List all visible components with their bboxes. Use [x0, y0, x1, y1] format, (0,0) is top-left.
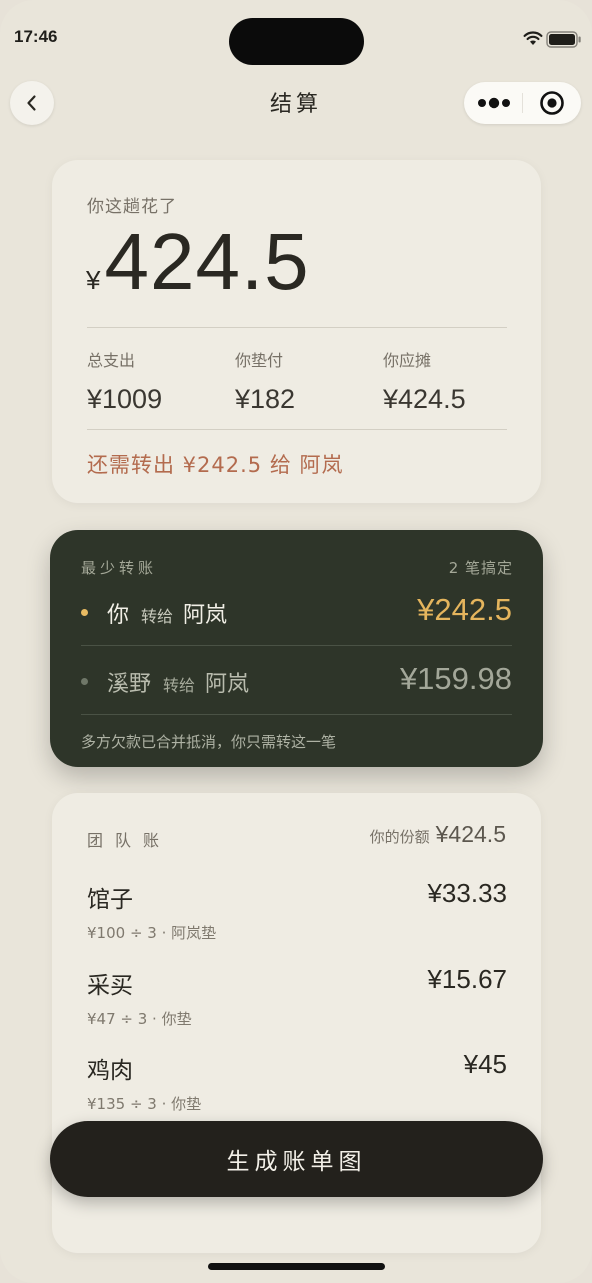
stat-label: 你垫付: [235, 351, 284, 370]
wifi-icon: [523, 31, 543, 45]
transfer-parties: 溪野 转给 阿岚: [107, 666, 249, 698]
home-indicator: [208, 1263, 385, 1270]
stat-value: ¥182: [235, 384, 296, 414]
status-dot: [81, 678, 88, 685]
stat-value: ¥424.5: [383, 384, 466, 414]
stat-label: 你应摊: [383, 351, 432, 370]
currency-symbol: ¥: [86, 265, 101, 295]
ledger-item[interactable]: 鸡肉 ¥135 ÷ 3 · 你垫 ¥45: [87, 1049, 507, 1114]
team-title: 团队账: [87, 831, 172, 850]
screen: 17:46 结算 你这趟花了 ¥ 424.5 总支出 ¥1009 你垫付 ¥18…: [0, 0, 592, 1283]
transfers-count: 2 笔搞定: [448, 559, 513, 577]
min-transfers-card: 最少转账 2 笔搞定 你 转给 阿岚 ¥242.5 溪野 转给 阿岚 ¥159.…: [50, 530, 543, 767]
transfer-to-word: 转给: [163, 676, 196, 695]
stat-label: 总支出: [87, 351, 136, 370]
transfer-to: 阿岚: [183, 603, 228, 628]
amount-value: 424.5: [104, 217, 310, 306]
stat-total-expense: 总支出 ¥1009: [87, 347, 162, 415]
divider: [81, 714, 512, 715]
item-price: ¥45: [463, 1049, 507, 1079]
transfer-amount: ¥242.5: [417, 592, 512, 627]
status-dot: [81, 609, 88, 616]
transfer-parties: 你 转给 阿岚: [107, 597, 227, 629]
transfer-from: 你: [107, 603, 130, 628]
more-icon[interactable]: [477, 96, 511, 110]
battery-icon: [546, 31, 581, 48]
spent-label: 你这趟花了: [87, 197, 177, 217]
capsule-divider: [522, 93, 523, 113]
mini-program-capsule: [464, 82, 581, 124]
stat-you-paid: 你垫付 ¥182: [235, 347, 295, 415]
ledger-item[interactable]: 馆子 ¥100 ÷ 3 · 阿岚垫 ¥33.33: [87, 878, 507, 943]
status-time: 17:46: [14, 27, 58, 46]
item-price: ¥15.67: [427, 964, 507, 994]
divider: [87, 327, 507, 328]
transfer-row[interactable]: 溪野 转给 阿岚 ¥159.98: [81, 661, 512, 701]
transfer-to: 阿岚: [205, 672, 250, 697]
dynamic-island: [229, 18, 364, 65]
stat-value: ¥1009: [87, 384, 163, 414]
close-target-icon[interactable]: [539, 90, 565, 116]
ledger-item[interactable]: 采买 ¥47 ÷ 3 · 你垫 ¥15.67: [87, 964, 507, 1029]
transfer-row[interactable]: 你 转给 阿岚 ¥242.5: [81, 592, 512, 632]
item-detail: ¥47 ÷ 3 · 你垫: [87, 1010, 192, 1028]
share-value: ¥424.5: [435, 821, 506, 847]
item-name: 鸡肉: [87, 1058, 133, 1084]
share-label: 你的份额: [369, 828, 430, 846]
transfer-amount: ¥159.98: [399, 661, 512, 696]
transfers-title: 最少转账: [81, 559, 158, 577]
generate-bill-image-button[interactable]: 生成账单图: [50, 1121, 543, 1197]
item-detail: ¥100 ÷ 3 · 阿岚垫: [87, 924, 217, 942]
stat-your-share: 你应摊 ¥424.5: [383, 347, 466, 415]
transfer-to-word: 转给: [141, 607, 174, 626]
item-detail: ¥135 ÷ 3 · 你垫: [87, 1095, 202, 1113]
your-share: 你的份额 ¥424.5: [370, 821, 506, 848]
transfer-from: 溪野: [107, 672, 152, 697]
transfers-note: 多方欠款已合并抵消，你只需转这一笔: [81, 733, 337, 751]
summary-card: 你这趟花了 ¥ 424.5 总支出 ¥1009 你垫付 ¥182 你应摊 ¥42…: [52, 160, 541, 503]
total-spent-amount: ¥ 424.5: [86, 222, 310, 302]
status-bar: 17:46: [0, 0, 592, 70]
divider: [87, 429, 507, 430]
owe-note: 还需转出 ¥242.5 给 阿岚: [87, 453, 344, 477]
divider: [81, 645, 512, 646]
item-price: ¥33.33: [427, 878, 507, 908]
